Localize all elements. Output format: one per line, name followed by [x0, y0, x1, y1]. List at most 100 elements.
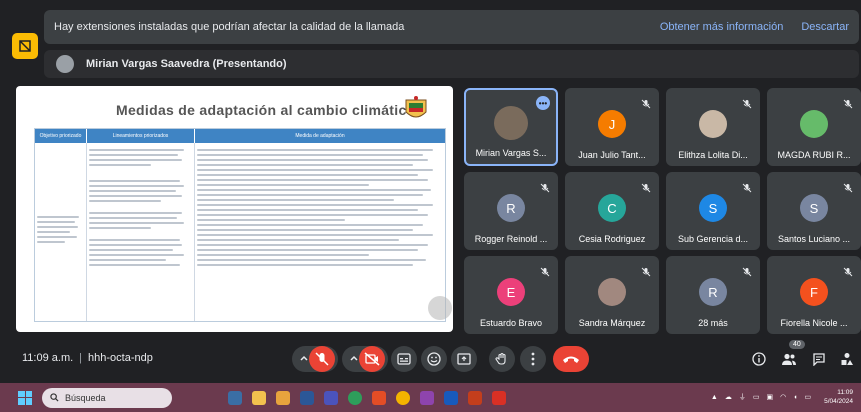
participant-avatar: [598, 278, 626, 306]
mic-off-icon: [540, 264, 550, 277]
presenter-label: Mirian Vargas Saavedra (Presentando): [86, 58, 287, 70]
taskbar-app-icon[interactable]: [372, 390, 386, 405]
participant-name: 28 más: [698, 318, 728, 328]
participant-tile[interactable]: S Sub Gerencia d...: [666, 172, 760, 250]
shared-screen: Medidas de adaptación al cambio climátic…: [16, 86, 453, 332]
whatsapp-icon[interactable]: [348, 390, 362, 405]
meeting-time: 11:09 a.m.: [22, 352, 74, 364]
extension-warning-icon[interactable]: [12, 33, 38, 59]
taskbar-app-icon[interactable]: [228, 390, 242, 405]
participant-name: Estuardo Bravo: [479, 318, 543, 328]
search-icon: [50, 393, 59, 402]
more-options-button[interactable]: [520, 346, 546, 372]
presenter-bar: Mirian Vargas Saavedra (Presentando): [44, 50, 859, 78]
participant-tile[interactable]: MAGDA RUBI R...: [767, 88, 861, 166]
windows-start-icon[interactable]: [18, 390, 32, 405]
participant-name: Sandra Márquez: [578, 318, 646, 328]
present-screen-button[interactable]: [451, 346, 477, 372]
slide-col-header: Lineamientos priorizados: [87, 129, 195, 143]
participant-avatar: S: [800, 194, 828, 222]
pointer-highlight: [428, 296, 452, 320]
clock-time: 11:09: [837, 389, 853, 396]
volume-icon[interactable]: ◖: [793, 394, 797, 401]
meeting-info-separator: |: [79, 352, 83, 364]
chrome-icon[interactable]: [396, 390, 410, 405]
participant-name: MAGDA RUBI R...: [777, 150, 851, 160]
participant-avatar: R: [699, 278, 727, 306]
clock-date: 5/04/2024: [824, 398, 853, 405]
crest-logo: [405, 96, 427, 118]
participant-tile[interactable]: S Santos Luciano ...: [767, 172, 861, 250]
participant-tile[interactable]: J Juan Julio Tant...: [565, 88, 659, 166]
display-icon[interactable]: ▣: [766, 393, 773, 401]
wifi-icon[interactable]: ◠: [780, 393, 786, 401]
taskbar-clock[interactable]: 11:09 5/04/2024: [824, 388, 853, 406]
word-icon[interactable]: [444, 390, 458, 405]
participant-tile[interactable]: C Cesia Rodriguez: [565, 172, 659, 250]
raise-hand-button[interactable]: [489, 346, 515, 372]
participant-tile[interactable]: Sandra Márquez: [565, 256, 659, 334]
extensions-warning-banner: Hay extensiones instaladas que podrían a…: [44, 10, 859, 44]
mic-off-icon: [641, 264, 651, 277]
participant-count-badge: 40: [789, 340, 805, 349]
participant-avatar: C: [598, 194, 626, 222]
participant-tile[interactable]: F Fiorella Nicole ...: [767, 256, 861, 334]
taskbar-search[interactable]: Búsqueda: [42, 387, 172, 408]
participant-avatar: S: [699, 194, 727, 222]
onedrive-icon[interactable]: ☁: [725, 393, 732, 401]
tile-options-icon[interactable]: •••: [536, 96, 550, 110]
mic-off-icon: [540, 180, 550, 193]
meeting-details-icon[interactable]: [746, 346, 772, 372]
participant-tile[interactable]: R 28 más: [666, 256, 760, 334]
participant-name: Santos Luciano ...: [777, 234, 851, 244]
taskbar-app-icon[interactable]: [420, 390, 434, 405]
participant-name: Rogger Reinold ...: [474, 234, 548, 244]
mic-off-icon: [843, 96, 853, 109]
more-info-link[interactable]: Obtener más información: [660, 21, 784, 33]
activities-icon[interactable]: [834, 346, 860, 372]
participant-name: Sub Gerencia d...: [677, 234, 749, 244]
mic-off-icon: [843, 180, 853, 193]
presenter-avatar: [56, 55, 74, 73]
end-call-button[interactable]: [553, 346, 589, 372]
participant-tile[interactable]: ••• Mirian Vargas S...: [464, 88, 558, 166]
reactions-button[interactable]: [421, 346, 447, 372]
participant-name: Cesia Rodriguez: [578, 234, 646, 244]
taskbar-search-label: Búsqueda: [65, 392, 106, 403]
slide-col-header: Objetivo priorizado: [35, 129, 87, 143]
taskbar-app-icon[interactable]: [252, 390, 266, 405]
mic-off-icon: [742, 180, 752, 193]
meeting-controls: 11:09 a.m. | hhh-octa-ndp 40: [0, 340, 861, 380]
file-explorer-icon[interactable]: [276, 390, 290, 405]
mic-toggle-button[interactable]: [292, 346, 338, 372]
mic-off-icon: [641, 96, 651, 109]
taskbar-app-icon[interactable]: [300, 390, 314, 405]
participant-avatar: [800, 110, 828, 138]
captions-button[interactable]: [391, 346, 417, 372]
participant-avatar: R: [497, 194, 525, 222]
participant-name: Juan Julio Tant...: [578, 150, 646, 160]
battery-icon[interactable]: ▭: [804, 393, 811, 401]
tray-chevron-icon[interactable]: ▲: [711, 394, 718, 401]
teams-icon[interactable]: [324, 390, 338, 405]
people-icon[interactable]: [776, 346, 802, 372]
camera-toggle-button[interactable]: [342, 346, 388, 372]
mic-off-icon: [641, 180, 651, 193]
usb-icon[interactable]: ⏚: [739, 392, 746, 402]
chat-icon[interactable]: [806, 346, 832, 372]
windows-taskbar: Búsqueda ▲ ☁ ⏚ ▭ ▣ ◠ ◖ ▭ 11:09 5/04/2024: [0, 383, 861, 412]
meeting-info: 11:09 a.m. | hhh-octa-ndp: [22, 352, 153, 364]
participant-tile[interactable]: E Estuardo Bravo: [464, 256, 558, 334]
acrobat-icon[interactable]: [492, 390, 506, 405]
participant-name: Elithza Lolita Di...: [678, 150, 748, 160]
participant-avatar: E: [497, 278, 525, 306]
participant-name: Fiorella Nicole ...: [780, 318, 848, 328]
dismiss-link[interactable]: Descartar: [801, 21, 849, 33]
participant-tile[interactable]: R Rogger Reinold ...: [464, 172, 558, 250]
mic-off-icon: [742, 264, 752, 277]
slide-table: Objetivo priorizado Lineamientos prioriz…: [34, 128, 446, 322]
participant-tile[interactable]: Elithza Lolita Di...: [666, 88, 760, 166]
system-tray: ▲ ☁ ⏚ ▭ ▣ ◠ ◖ ▭ 11:09 5/04/2024: [711, 388, 853, 406]
powerpoint-icon[interactable]: [468, 390, 482, 405]
keyboard-icon[interactable]: ▭: [753, 393, 760, 401]
